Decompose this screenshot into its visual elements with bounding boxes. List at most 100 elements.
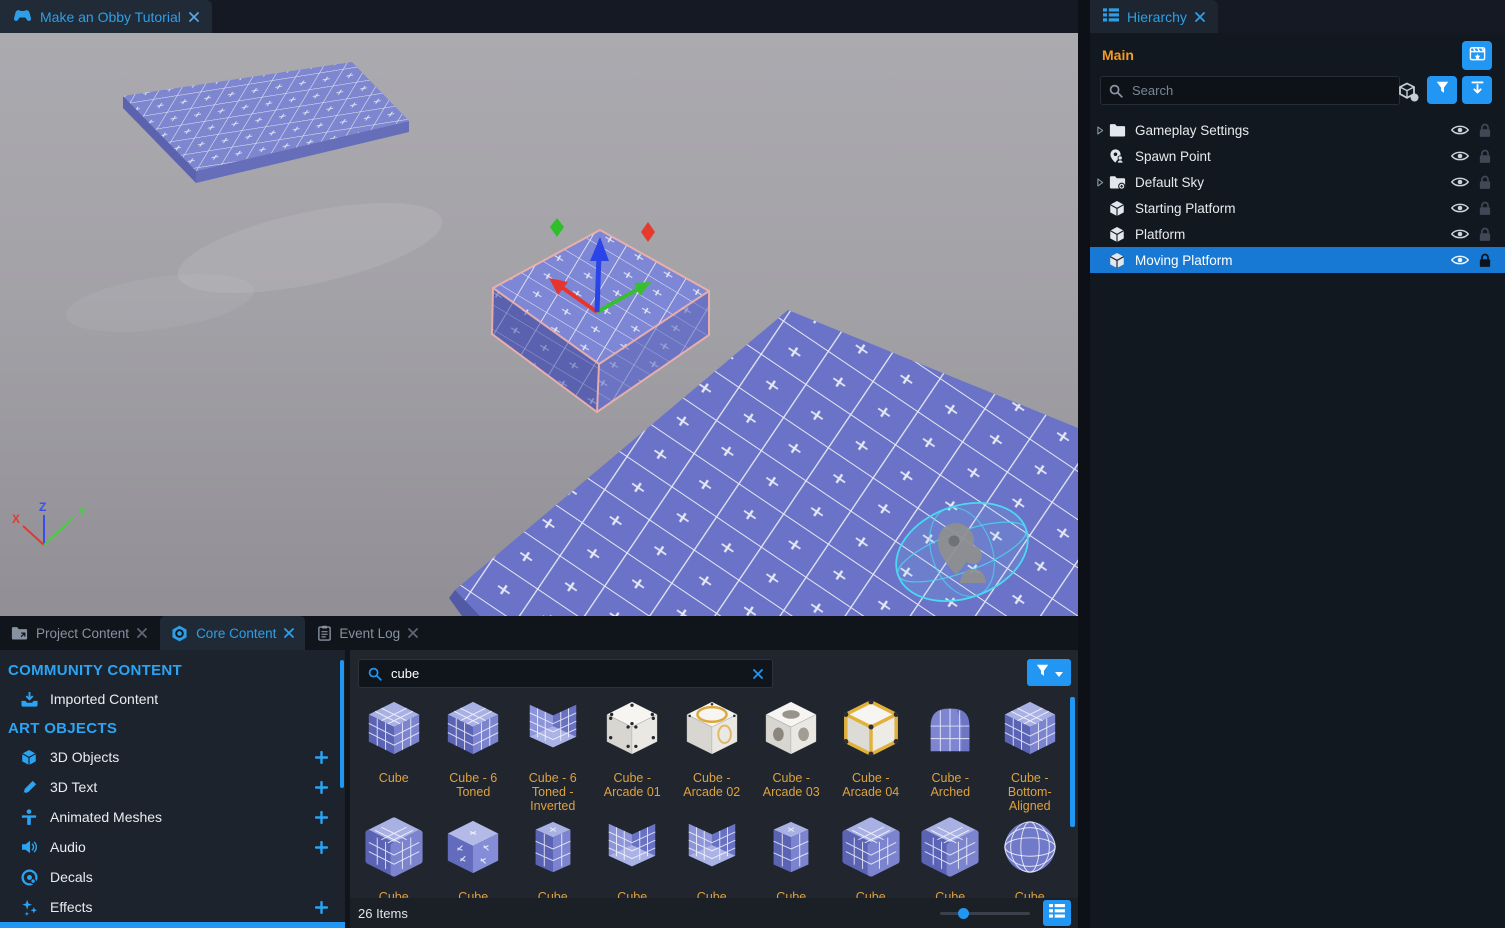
collapse-all-button[interactable]: [1462, 76, 1492, 104]
content-tab[interactable]: Core Content: [160, 616, 305, 650]
visibility-eye-icon[interactable]: [1451, 228, 1469, 240]
hierarchy-row[interactable]: Platform: [1090, 221, 1505, 247]
cube-select-icon[interactable]: [1398, 82, 1420, 102]
sidebar-item[interactable]: Animated Meshes: [0, 802, 345, 832]
gizmo-plane-handle-red[interactable]: [641, 222, 655, 242]
asset-tile[interactable]: Cube - Arched: [911, 697, 991, 813]
close-icon[interactable]: [408, 628, 418, 638]
viewport-3d[interactable]: Z X Y: [0, 33, 1078, 616]
lock-icon[interactable]: [1479, 201, 1491, 216]
hierarchy-row[interactable]: Default Sky: [1090, 169, 1505, 195]
art-objects-header: ART OBJECTS: [0, 714, 345, 742]
sidebar-item[interactable]: Audio: [0, 832, 345, 862]
visibility-eye-icon[interactable]: [1451, 176, 1469, 188]
hierarchy-filter-button[interactable]: [1427, 76, 1457, 104]
asset-tile[interactable]: Cube: [831, 816, 911, 904]
app-window: Make an Obby Tutorial: [0, 0, 1505, 928]
lock-icon[interactable]: [1479, 227, 1491, 242]
sidebar-item[interactable]: 3D Text: [0, 772, 345, 802]
add-icon[interactable]: [315, 781, 328, 794]
items-count-label: 26 Items: [358, 906, 408, 921]
gizmo-plane-handle-green[interactable]: [550, 218, 564, 237]
asset-thumbnail: [997, 697, 1063, 764]
grid-view-button[interactable]: [1043, 900, 1071, 926]
asset-grid-scrollbar[interactable]: [1070, 697, 1075, 827]
content-tab[interactable]: Project Content: [0, 616, 158, 650]
hierarchy-row[interactable]: Spawn Point: [1090, 143, 1505, 169]
world-settings-button[interactable]: [1462, 41, 1492, 70]
visibility-eye-icon[interactable]: [1451, 150, 1469, 162]
asset-grid-row-2: Cube Cube Cube Cube Cube: [354, 816, 1070, 904]
asset-tile[interactable]: Cube - Bottom-Aligned: [990, 697, 1070, 813]
hierarchy-row[interactable]: Moving Platform: [1090, 247, 1505, 273]
sidebar-item[interactable]: Effects: [0, 892, 345, 922]
asset-search[interactable]: [358, 659, 773, 688]
asset-thumbnail: [758, 697, 824, 764]
asset-tile[interactable]: Cube: [911, 816, 991, 904]
starting-platform[interactable]: [123, 62, 409, 183]
axis-z-label: Z: [39, 500, 46, 514]
asset-tile[interactable]: Cube - 6 Toned: [434, 697, 514, 813]
asset-tile[interactable]: Cube - Arcade 02: [672, 697, 752, 813]
asset-tile[interactable]: Cube: [672, 816, 752, 904]
visibility-eye-icon[interactable]: [1451, 124, 1469, 136]
hierarchy-icon: [1103, 8, 1119, 25]
visibility-eye-icon[interactable]: [1451, 254, 1469, 266]
asset-tile[interactable]: Cube - Arcade 01: [593, 697, 673, 813]
asset-thumbnail: [440, 816, 506, 883]
row-type-icon: [1107, 251, 1127, 269]
asset-tile[interactable]: Cube: [752, 816, 832, 904]
clear-search-icon[interactable]: [753, 669, 763, 679]
asset-tile[interactable]: Cube - Arcade 03: [752, 697, 832, 813]
asset-tile[interactable]: Cube - Arcade 04: [831, 697, 911, 813]
close-icon[interactable]: [1195, 9, 1205, 25]
asset-tile[interactable]: Cube: [990, 816, 1070, 904]
content-tab[interactable]: Event Log: [307, 616, 429, 650]
hierarchy-row[interactable]: Gameplay Settings: [1090, 117, 1505, 143]
add-icon[interactable]: [315, 901, 328, 914]
slider-thumb[interactable]: [958, 908, 969, 919]
category-icon: [18, 809, 40, 825]
row-type-icon: [1107, 147, 1127, 165]
hierarchy-search-input[interactable]: [1130, 82, 1391, 99]
sidebar-item[interactable]: 3D Objects: [0, 742, 345, 772]
tab-hierarchy[interactable]: Hierarchy: [1090, 0, 1218, 33]
lock-icon[interactable]: [1479, 253, 1491, 268]
close-icon[interactable]: [284, 628, 294, 638]
expand-caret-icon[interactable]: [1094, 126, 1106, 135]
lock-icon[interactable]: [1479, 149, 1491, 164]
sidebar-item[interactable]: Imported Content: [0, 684, 345, 714]
add-icon[interactable]: [315, 841, 328, 854]
close-icon[interactable]: [189, 12, 199, 22]
asset-tile[interactable]: Cube - 6 Toned - Inverted: [513, 697, 593, 813]
visibility-eye-icon[interactable]: [1451, 202, 1469, 214]
close-icon[interactable]: [137, 628, 147, 638]
world-icon: [13, 9, 32, 25]
add-icon[interactable]: [315, 751, 328, 764]
row-label: Platform: [1135, 227, 1505, 242]
thumbnail-size-slider[interactable]: [940, 912, 1030, 915]
axis-indicator: Z X Y: [12, 500, 86, 545]
expand-caret-icon[interactable]: [1094, 178, 1106, 187]
sidebar-item-label: Decals: [50, 869, 345, 885]
asset-tile[interactable]: Cube: [354, 697, 434, 813]
axis-x-label: X: [12, 512, 20, 526]
asset-thumbnail: [917, 816, 983, 883]
asset-filter-button[interactable]: [1027, 659, 1071, 686]
asset-tile[interactable]: Cube: [354, 816, 434, 904]
asset-search-input[interactable]: [389, 665, 746, 682]
sidebar-item[interactable]: Decals: [0, 862, 345, 892]
hierarchy-search[interactable]: [1100, 76, 1400, 105]
asset-label: Cube - 6 Toned - Inverted: [514, 771, 592, 813]
asset-tile[interactable]: Cube: [593, 816, 673, 904]
sidebar-scrollbar[interactable]: [340, 660, 344, 788]
asset-tile[interactable]: Cube: [434, 816, 514, 904]
hierarchy-row[interactable]: Starting Platform: [1090, 195, 1505, 221]
lock-icon[interactable]: [1479, 175, 1491, 190]
asset-thumbnail: [917, 697, 983, 764]
lock-icon[interactable]: [1479, 123, 1491, 138]
asset-tile[interactable]: Cube: [513, 816, 593, 904]
row-type-icon: [1107, 173, 1127, 191]
add-icon[interactable]: [315, 811, 328, 824]
tab-make-an-obby-tutorial[interactable]: Make an Obby Tutorial: [0, 0, 212, 33]
